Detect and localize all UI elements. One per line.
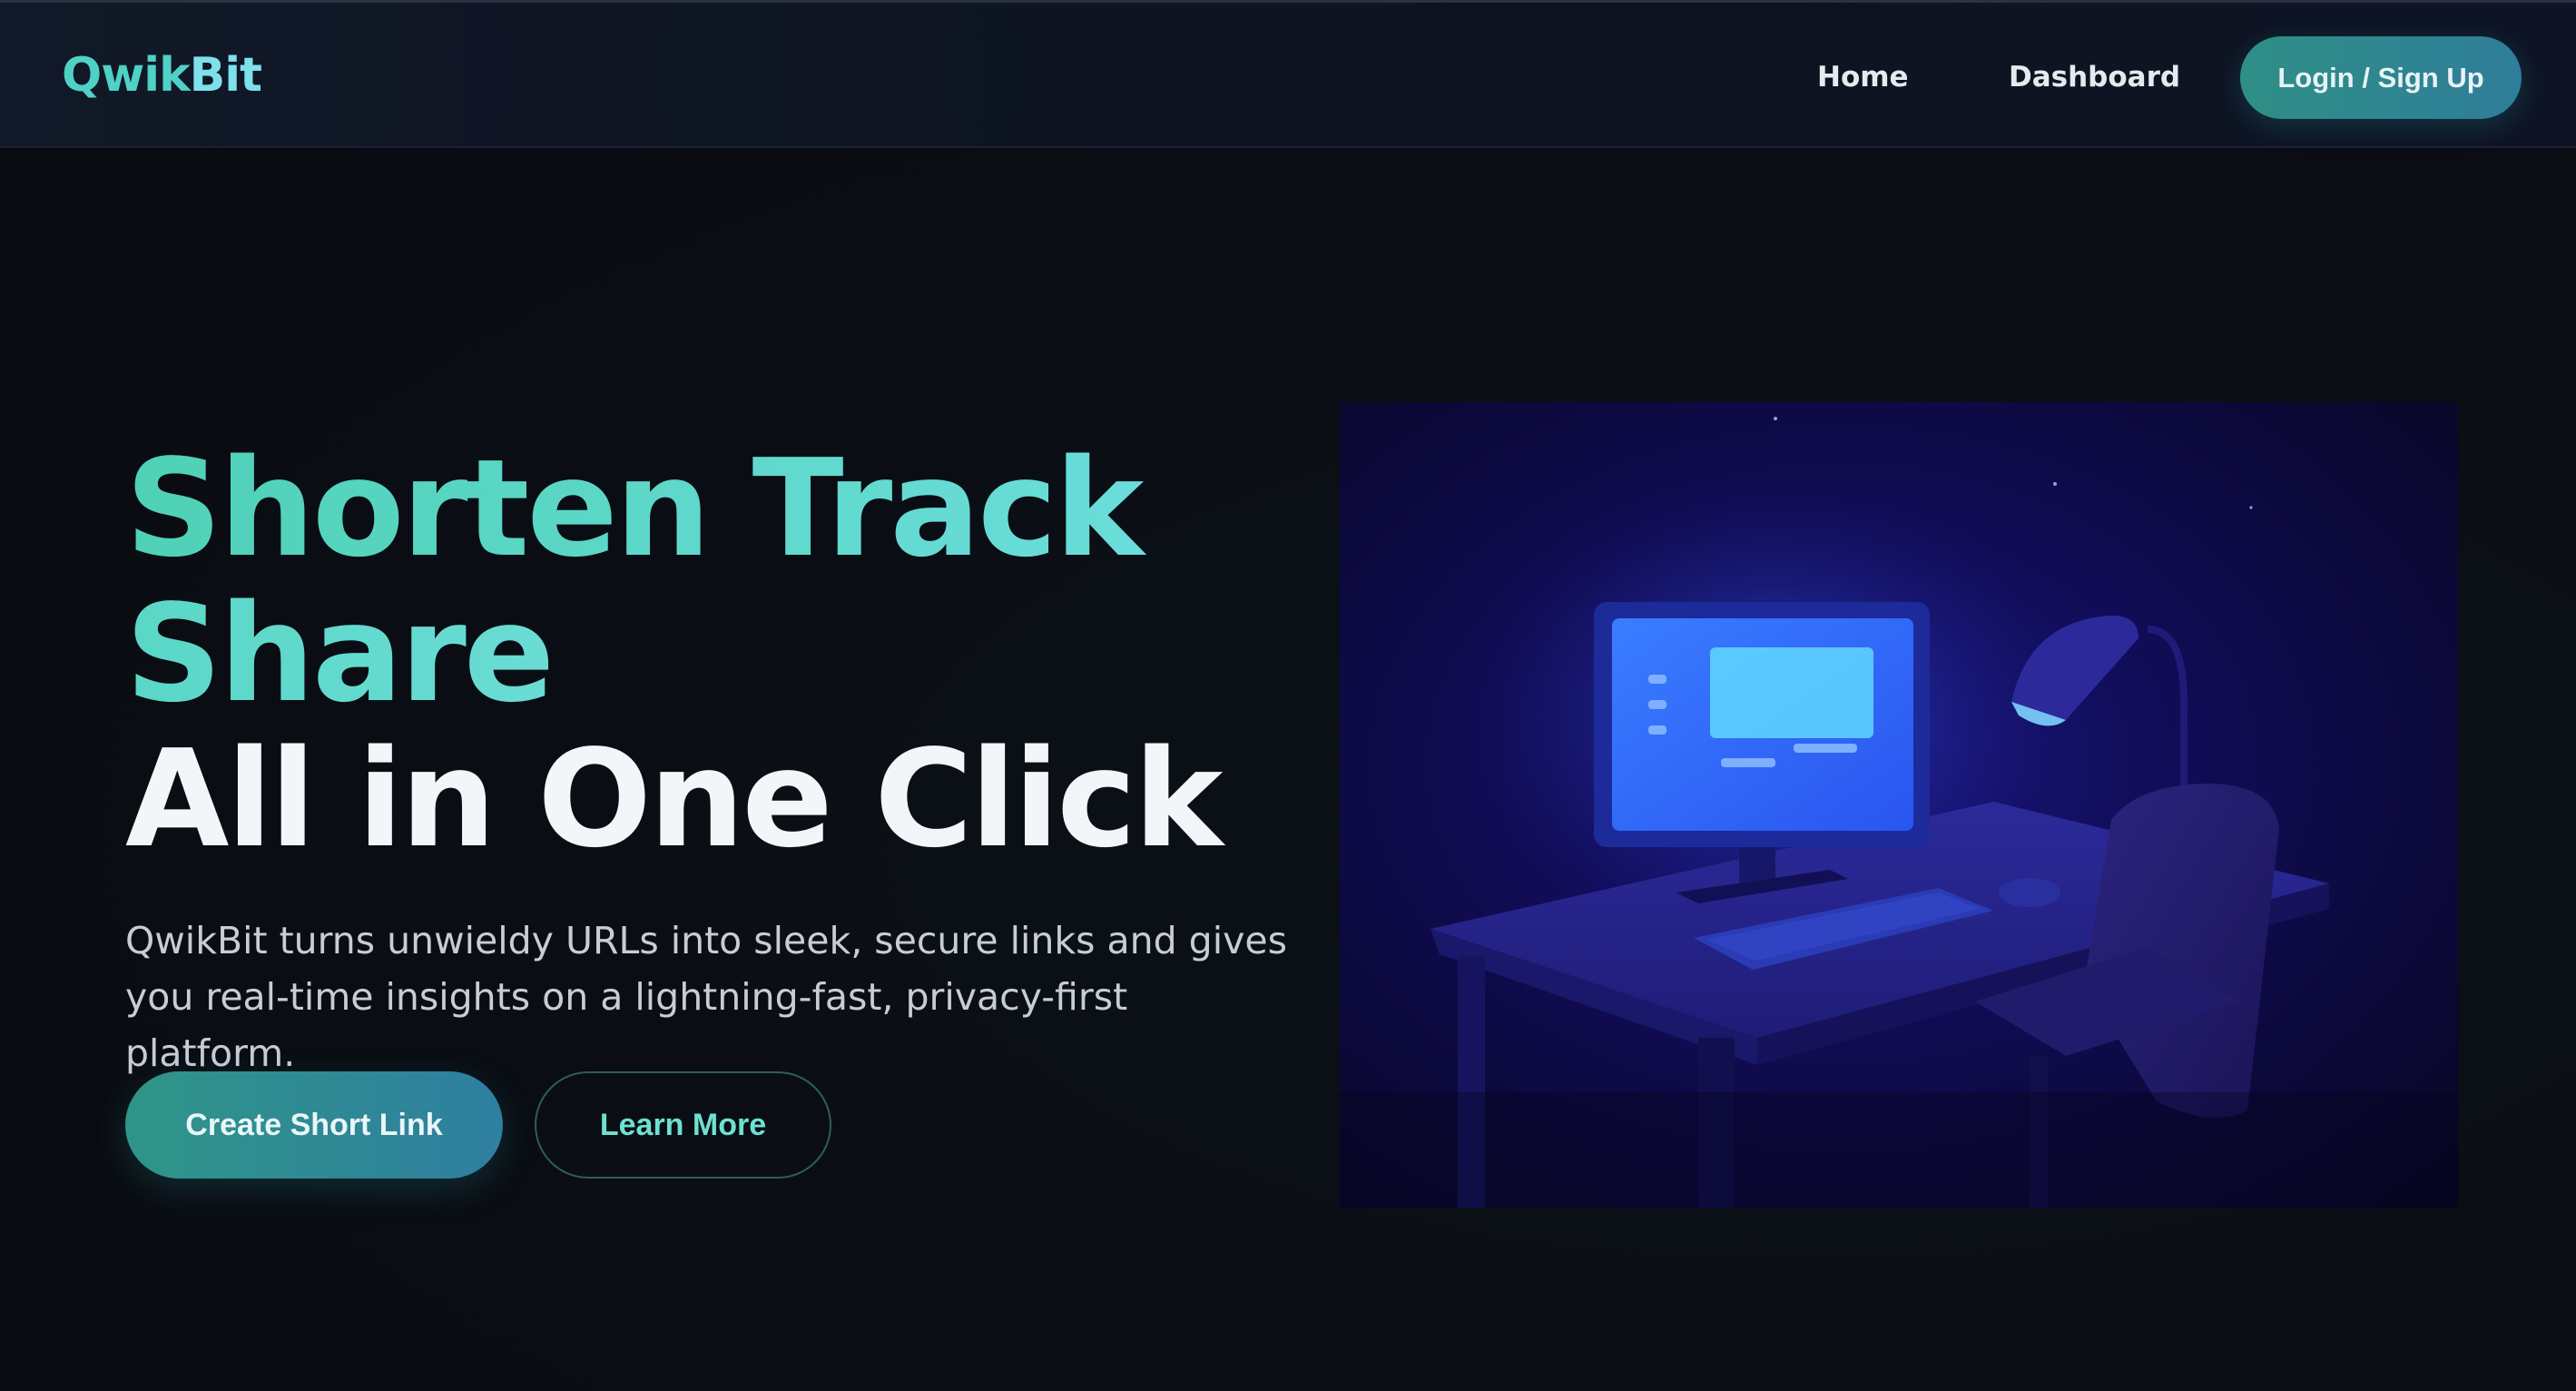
brand-logo[interactable]: QwikBit (62, 48, 262, 103)
hero-heading-line3: All in One Click (125, 721, 1223, 877)
mouse-icon (1999, 878, 2060, 907)
workspace-illustration (1340, 417, 2458, 1208)
hero-illustration (1340, 402, 2458, 1208)
hero-description: QwikBit turns unwieldy URLs into sleek, … (125, 919, 1287, 1075)
learn-more-button[interactable]: Learn More (535, 1071, 831, 1179)
login-signup-button[interactable]: Login / Sign Up (2240, 36, 2522, 119)
hero-heading-line2: Share (125, 581, 1305, 726)
nav-link-dashboard[interactable]: Dashboard (2009, 61, 2180, 94)
brand-logo-part2: Bit (189, 48, 262, 103)
hero-heading: Shorten Track Share All in One Click (125, 436, 1305, 872)
create-short-link-button[interactable]: Create Short Link (125, 1071, 503, 1179)
brand-logo-part1: Qwik (62, 48, 191, 103)
hero-heading-line1: Shorten Track (125, 436, 1305, 581)
nav-link-home[interactable]: Home (1817, 61, 1909, 94)
navbar: QwikBit Home Dashboard Login / Sign Up (0, 0, 2576, 148)
